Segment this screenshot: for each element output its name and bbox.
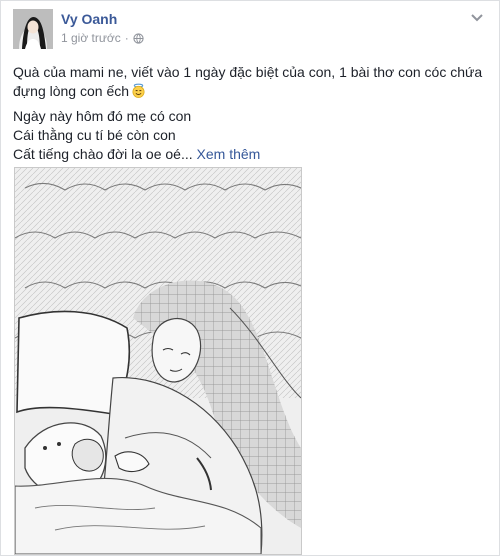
- post-body: Quà của mami ne, viết vào 1 ngày đặc biệ…: [13, 63, 489, 164]
- avatar[interactable]: [13, 9, 53, 49]
- caption-text: Quà của mami ne, viết vào 1 ngày đặc biệ…: [13, 64, 483, 99]
- meta-separator: ·: [124, 31, 129, 45]
- post-meta: 1 giờ trước ·: [61, 31, 144, 45]
- see-more-link[interactable]: Xem thêm: [197, 146, 261, 162]
- smiling-face-with-halo-icon: [131, 83, 146, 98]
- poem-line-3-text: Cất tiếng chào đời la oe oé...: [13, 146, 193, 162]
- post-timestamp[interactable]: 1 giờ trước: [61, 31, 121, 45]
- poem-line-3: Cất tiếng chào đời la oe oé... Xem thêm: [13, 145, 489, 164]
- poem-line-2: Cái thằng cu tí bé còn con: [13, 127, 176, 143]
- chevron-down-icon[interactable]: [469, 9, 485, 25]
- author-name[interactable]: Vy Oanh: [61, 11, 117, 27]
- caption: Quà của mami ne, viết vào 1 ngày đặc biệ…: [13, 63, 489, 101]
- globe-icon[interactable]: [133, 32, 144, 44]
- post-card: Vy Oanh 1 giờ trước · Quà của mami ne, v…: [0, 0, 500, 556]
- post-photo[interactable]: [14, 167, 302, 555]
- poem-line-1: Ngày này hôm đó mẹ có con: [13, 108, 192, 124]
